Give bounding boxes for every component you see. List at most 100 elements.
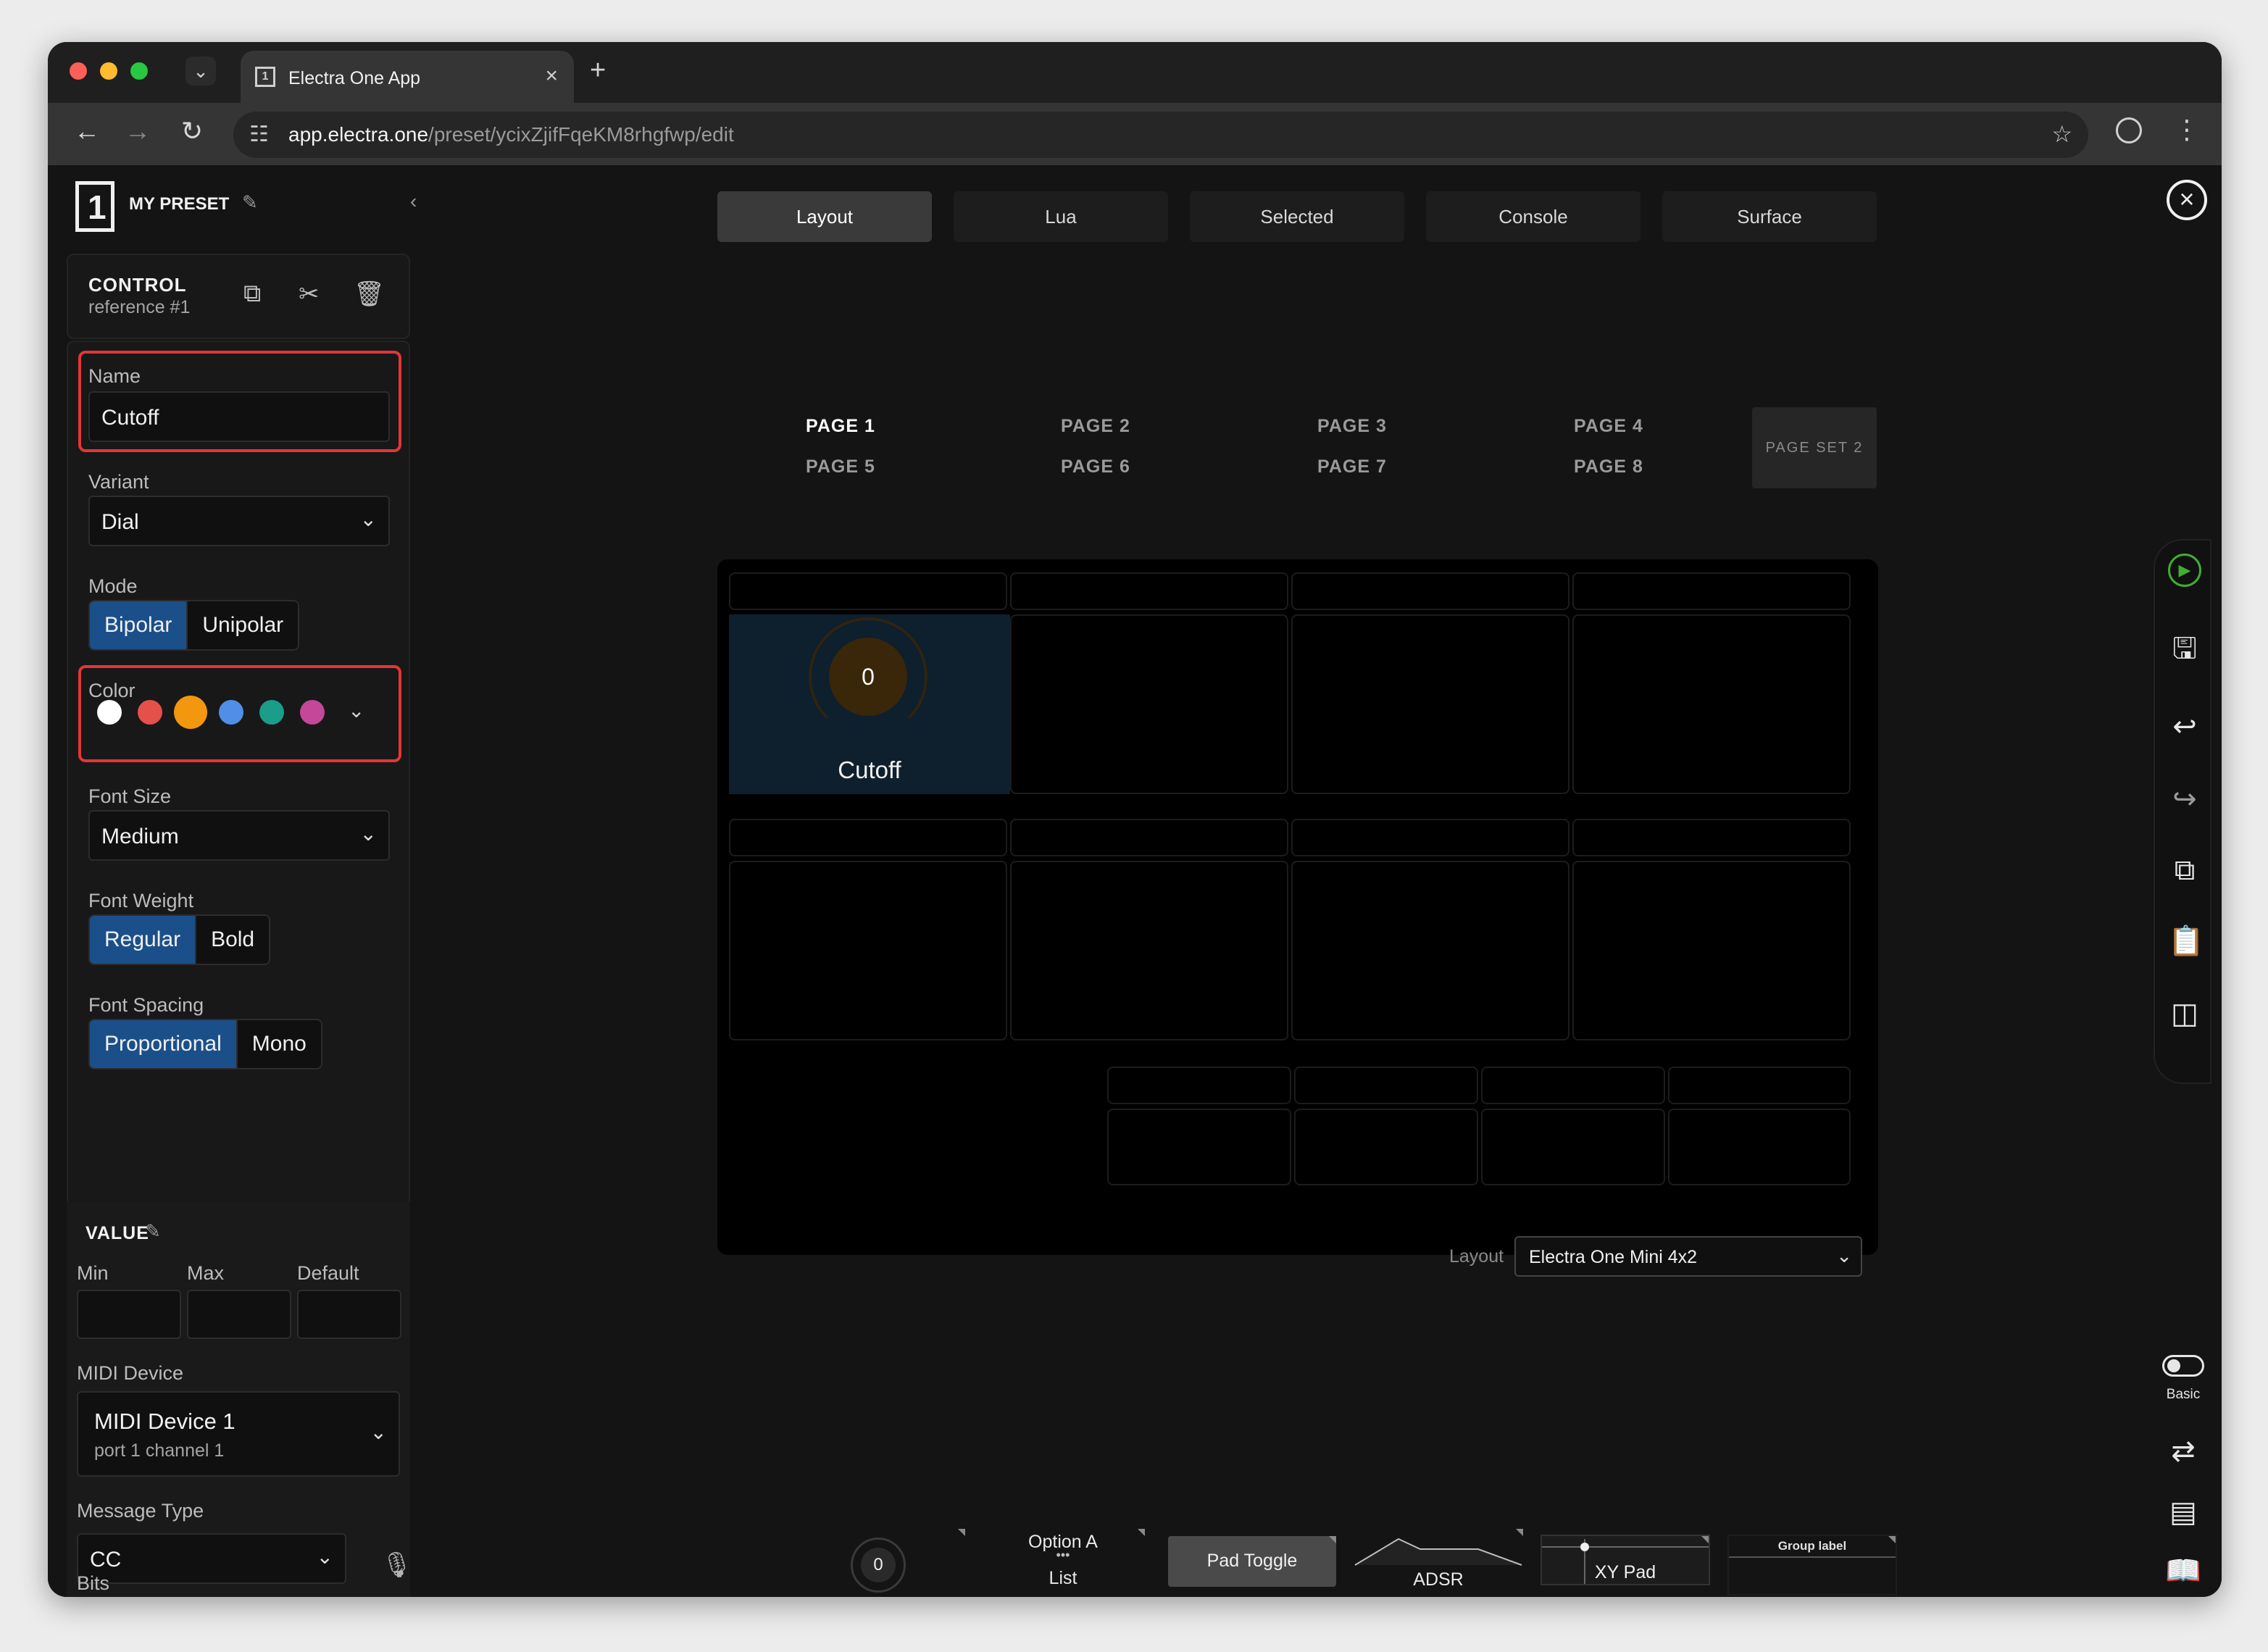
color-swatch-blue[interactable] — [219, 700, 243, 725]
control-slot[interactable] — [729, 819, 1007, 856]
collapse-chevron-icon[interactable]: ‹ — [410, 190, 417, 213]
palette-adsr[interactable]: ADSR — [1354, 1529, 1523, 1597]
control-slot[interactable] — [1010, 819, 1288, 856]
calculator-icon[interactable]: ▤ — [2159, 1495, 2207, 1529]
forward-arrow-icon[interactable]: → — [125, 116, 151, 146]
control-slot[interactable] — [1294, 1067, 1478, 1104]
name-input[interactable]: Cutoff — [88, 391, 390, 442]
color-swatch-magenta[interactable] — [300, 700, 325, 725]
control-slot[interactable] — [1481, 1067, 1665, 1104]
new-tab-button[interactable]: + — [590, 55, 606, 86]
panel-toggle-icon[interactable]: ◫ — [2168, 997, 2201, 1030]
control-slot[interactable] — [1291, 819, 1569, 856]
edit-value-pencil-icon[interactable]: ✎ — [145, 1220, 161, 1243]
trash-icon[interactable]: 🗑 — [354, 280, 385, 309]
page-set-button[interactable]: PAGE SET 2 — [1752, 407, 1877, 488]
palette-pad-toggle[interactable]: Pad Toggle — [1168, 1536, 1336, 1587]
control-slot[interactable] — [1010, 861, 1288, 1040]
page-7[interactable]: PAGE 7 — [1317, 456, 1387, 477]
tab-layout[interactable]: Layout — [717, 191, 932, 242]
page-4[interactable]: PAGE 4 — [1574, 416, 1643, 437]
address-bar[interactable]: ☷ app.electra.one/preset/ycixZjifFqeKM8r… — [233, 112, 2088, 158]
control-slot[interactable] — [729, 861, 1007, 1040]
swap-arrows-icon[interactable]: ⇄ — [2159, 1435, 2207, 1468]
page-3[interactable]: PAGE 3 — [1317, 416, 1387, 437]
close-window-button[interactable] — [70, 62, 87, 80]
save-icon[interactable]: 🖫 — [2168, 632, 2201, 665]
basic-mode-toggle[interactable] — [2162, 1355, 2204, 1377]
palette-knob[interactable]: 0 — [801, 1529, 965, 1597]
back-arrow-icon[interactable]: ← — [74, 116, 100, 146]
control-slot[interactable] — [1010, 572, 1288, 610]
mode-bipolar-button[interactable]: Bipolar — [90, 601, 188, 649]
palette-list[interactable]: Option A ••• List — [981, 1529, 1145, 1597]
midi-device-select[interactable]: MIDI Device 1 port 1 channel 1 ⌄ — [77, 1391, 400, 1477]
browser-menu-icon[interactable]: ⋮ — [2174, 114, 2200, 145]
profile-icon[interactable] — [2116, 117, 2142, 143]
mode-unipolar-button[interactable]: Unipolar — [188, 601, 299, 649]
default-input[interactable] — [297, 1290, 401, 1339]
copy-icon[interactable]: ⧉ — [243, 280, 261, 308]
redo-icon[interactable]: ↪ — [2168, 783, 2201, 816]
max-input[interactable] — [187, 1290, 291, 1339]
tab-close-icon[interactable]: × — [545, 64, 558, 88]
control-slot[interactable] — [1572, 819, 1851, 856]
control-slot[interactable] — [1107, 1067, 1291, 1104]
paste-icon[interactable]: 📋 — [2168, 925, 2204, 958]
selected-control-cutoff[interactable]: 0 Cutoff — [729, 614, 1010, 794]
site-settings-icon[interactable]: ☷ — [249, 122, 269, 147]
color-swatch-red[interactable] — [138, 700, 162, 725]
control-header-card: CONTROL reference #1 ⧉ ✂ 🗑 — [67, 254, 410, 339]
palette-xy-pad[interactable]: XY Pad — [1541, 1535, 1710, 1585]
control-slot[interactable] — [1291, 614, 1569, 794]
tab-selected[interactable]: Selected — [1190, 191, 1404, 242]
font-weight-regular-button[interactable]: Regular — [90, 916, 197, 964]
min-input[interactable] — [77, 1290, 181, 1339]
control-slot[interactable] — [729, 572, 1007, 610]
font-spacing-proportional-button[interactable]: Proportional — [90, 1020, 238, 1068]
control-slot[interactable] — [1668, 1109, 1851, 1185]
color-swatch-teal[interactable] — [259, 700, 284, 725]
control-slot[interactable] — [1291, 572, 1569, 610]
more-colors-chevron-icon[interactable]: ⌄ — [348, 698, 364, 722]
edit-pencil-icon[interactable]: ✎ — [242, 191, 258, 214]
manual-book-icon[interactable]: 📖 — [2159, 1553, 2207, 1588]
tab-lua[interactable]: Lua — [954, 191, 1168, 242]
palette-group[interactable]: Group label — [1727, 1535, 1897, 1595]
layout-select[interactable]: Electra One Mini 4x2 ⌄ — [1514, 1236, 1862, 1277]
tab-surface[interactable]: Surface — [1662, 191, 1877, 242]
variant-select[interactable]: Dial ⌄ — [88, 496, 390, 546]
page-8[interactable]: PAGE 8 — [1574, 456, 1643, 477]
undo-icon[interactable]: ↩ — [2168, 710, 2201, 743]
control-slot[interactable] — [1572, 572, 1851, 610]
font-spacing-mono-button[interactable]: Mono — [237, 1020, 321, 1068]
control-slot[interactable] — [1107, 1109, 1291, 1185]
bookmark-star-icon[interactable]: ☆ — [2051, 120, 2072, 148]
cut-icon[interactable]: ✂ — [299, 280, 320, 309]
control-slot[interactable] — [1010, 614, 1288, 794]
tab-search-chevron-icon[interactable]: ⌄ — [185, 57, 216, 85]
font-weight-bold-button[interactable]: Bold — [196, 916, 270, 964]
control-slot[interactable] — [1481, 1109, 1665, 1185]
control-slot[interactable] — [1572, 614, 1851, 794]
font-size-select[interactable]: Medium ⌄ — [88, 810, 390, 861]
control-slot[interactable] — [1572, 861, 1851, 1040]
page-5[interactable]: PAGE 5 — [806, 456, 875, 477]
minimize-window-button[interactable] — [100, 62, 117, 80]
reload-icon[interactable]: ↻ — [181, 116, 203, 146]
close-editor-icon[interactable]: × — [2167, 180, 2207, 220]
control-slot[interactable] — [1291, 861, 1569, 1040]
page-2[interactable]: PAGE 2 — [1061, 416, 1130, 437]
color-swatch-white[interactable] — [97, 700, 122, 725]
tab-console[interactable]: Console — [1426, 191, 1640, 242]
duplicate-icon[interactable]: ⧉ — [2168, 854, 2201, 887]
maximize-window-button[interactable] — [130, 62, 148, 80]
preset-name[interactable]: MY PRESET — [129, 194, 229, 214]
page-6[interactable]: PAGE 6 — [1061, 456, 1130, 477]
page-1[interactable]: PAGE 1 — [806, 416, 875, 437]
control-slot[interactable] — [1668, 1067, 1851, 1104]
control-slot[interactable] — [1294, 1109, 1478, 1185]
browser-tab[interactable]: 1 Electra One App × — [241, 51, 574, 103]
play-icon[interactable]: ▶ — [2168, 554, 2201, 587]
color-swatch-orange-selected[interactable] — [174, 696, 207, 729]
